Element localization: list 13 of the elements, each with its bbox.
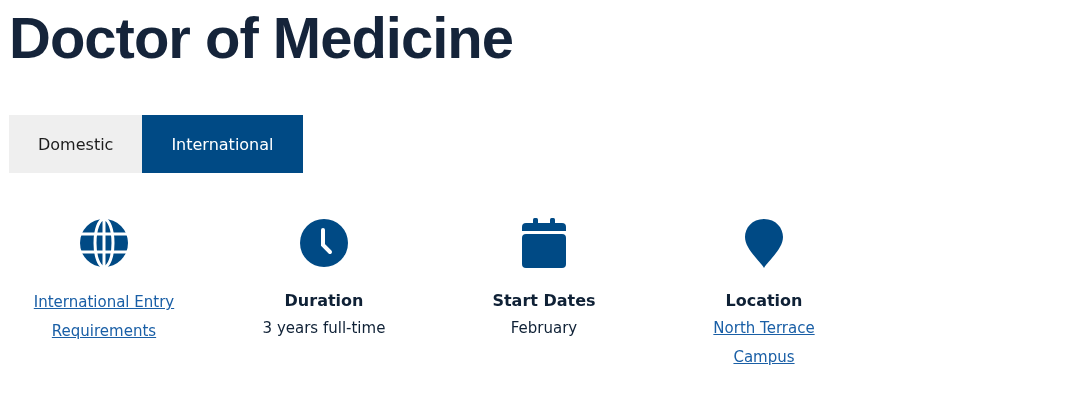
fact-link[interactable]: International Entry Requirements [24, 288, 184, 346]
fact-value: February [510, 318, 578, 339]
fact-heading: Location [725, 290, 803, 312]
tab[interactable]: Domestic [9, 115, 143, 173]
page-title: Doctor of Medicine [9, 4, 515, 72]
fact-heading: Start Dates [492, 290, 596, 312]
clock-icon [299, 218, 349, 268]
calendar-icon [519, 218, 569, 268]
fact-heading: Duration [284, 290, 364, 312]
fact-link[interactable]: North Terrace Campus [684, 314, 844, 372]
tab[interactable]: International [142, 115, 303, 173]
fact-value: 3 years full-time [262, 318, 386, 339]
globe-icon [79, 218, 129, 268]
